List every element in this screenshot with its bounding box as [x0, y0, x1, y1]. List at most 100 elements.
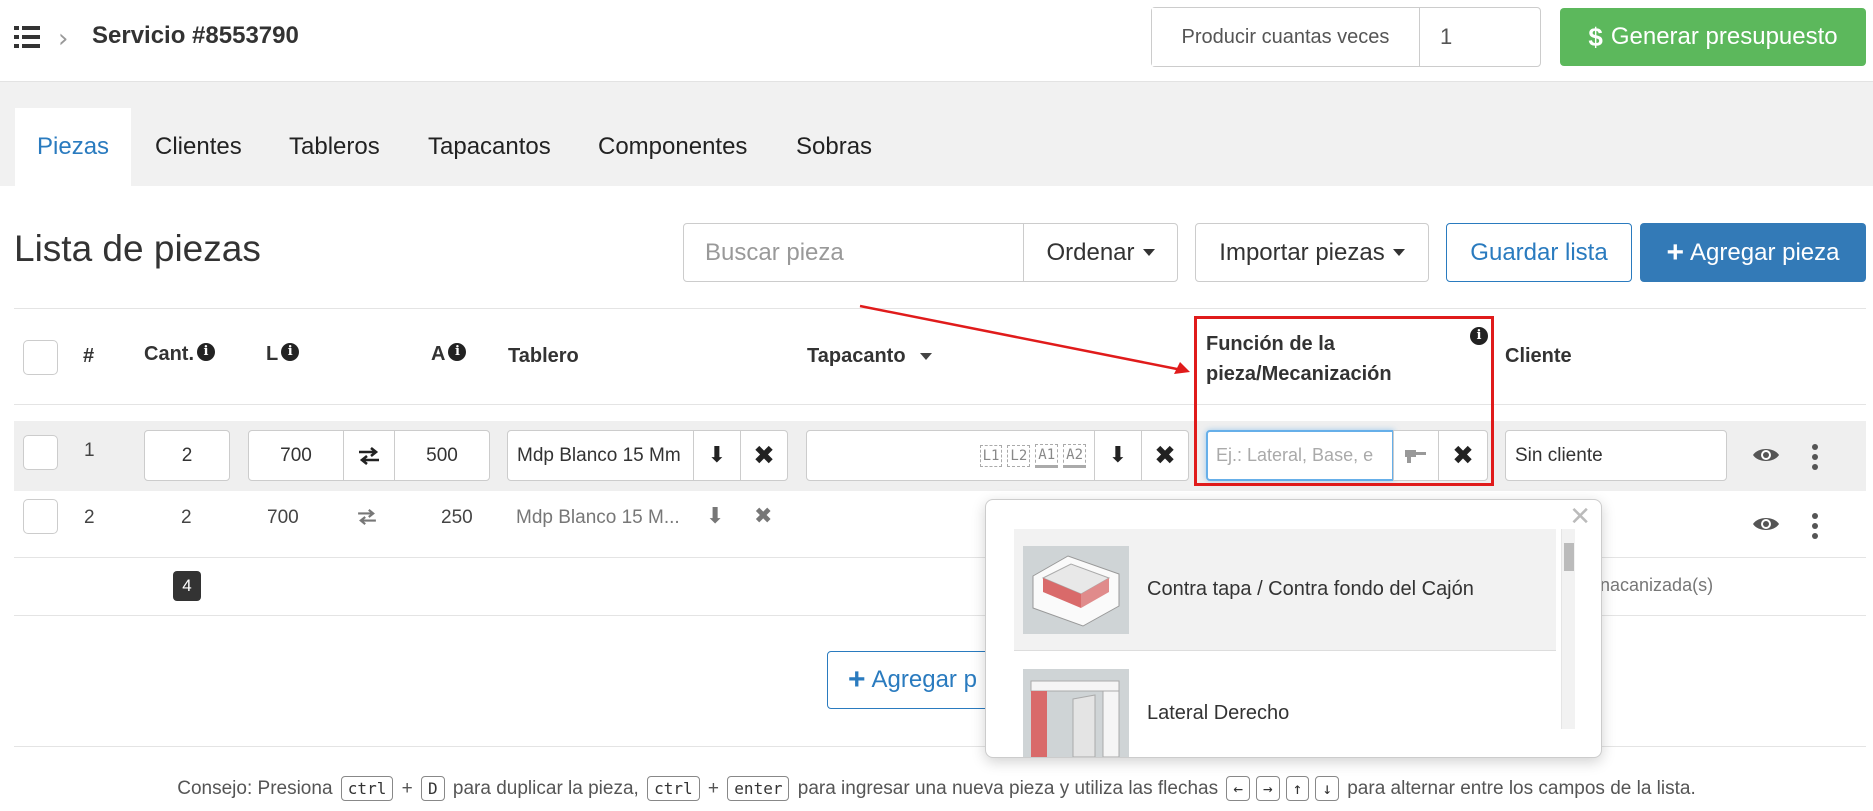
import-label: Importar piezas — [1219, 238, 1385, 266]
edge-tag-l1[interactable]: L1 — [979, 444, 1003, 467]
tip-text: Consejo: Presiona — [177, 778, 333, 799]
tab-sobras[interactable]: Sobras — [774, 108, 894, 186]
order-button[interactable]: Ordenar — [1024, 224, 1177, 281]
download-icon[interactable]: ⬇ — [693, 430, 741, 481]
length-input[interactable]: 700 — [248, 430, 344, 481]
info-icon[interactable]: i — [281, 343, 300, 361]
generate-budget-label: Generar presupuesto — [1610, 23, 1838, 50]
plus-icon: + — [848, 663, 866, 696]
produce-times-input[interactable]: 1 — [1420, 8, 1540, 66]
eye-icon[interactable] — [1752, 446, 1780, 464]
dollar-icon: $ — [1588, 21, 1603, 52]
page-title: Servicio #8553790 — [92, 22, 299, 49]
col-length-label: L — [266, 343, 279, 365]
col-qty-header: Cant. i — [144, 343, 215, 366]
kbd-ctrl: ctrl — [340, 776, 394, 801]
col-width-label: A — [431, 343, 446, 365]
function-suggestions-popup: ✕ Contra tapa / Contra fondo del Cajón L… — [985, 499, 1602, 758]
more-options-icon[interactable] — [1812, 513, 1818, 543]
generate-budget-button[interactable]: $ Generar presupuesto — [1560, 8, 1866, 66]
qty-value[interactable]: 2 — [181, 507, 192, 529]
edge-tag-l2[interactable]: L2 — [1007, 444, 1031, 467]
tab-piezas[interactable]: Piezas — [15, 108, 132, 186]
row-checkbox[interactable] — [23, 435, 58, 470]
kbd-enter: enter — [727, 776, 790, 801]
plus-icon: + — [1666, 235, 1685, 269]
swap-dimensions-icon[interactable] — [356, 509, 378, 530]
edge-input[interactable]: L1 L2 A1 A2 — [806, 430, 1095, 481]
eye-icon[interactable] — [1752, 515, 1780, 533]
width-value[interactable]: 250 — [441, 507, 473, 529]
board-value[interactable]: Mdp Blanco 15 M... — [516, 507, 680, 529]
list-title: Lista de piezas — [14, 228, 261, 269]
arrow-down-icon: ↓ — [1315, 776, 1339, 801]
edge-tag-a2[interactable]: A2 — [1063, 443, 1086, 468]
width-input[interactable]: 500 — [394, 430, 490, 481]
col-qty-label: Cant. — [144, 343, 194, 365]
arrow-right-icon: → — [1256, 776, 1280, 801]
suggestion-label: Contra tapa / Contra fondo del Cajón — [1147, 578, 1474, 600]
scrollbar[interactable] — [1561, 529, 1575, 729]
search-group: Buscar pieza Ordenar — [683, 223, 1178, 282]
clear-edge-icon[interactable]: ✖ — [1141, 430, 1189, 481]
tip-text: para ingresar una nueva pieza y utiliza … — [797, 778, 1219, 799]
kbd-d: D — [421, 776, 445, 801]
highlight-box — [1194, 316, 1494, 486]
client-input[interactable]: Sin cliente — [1505, 430, 1727, 481]
save-list-button[interactable]: Guardar lista — [1446, 223, 1632, 282]
qty-input[interactable]: 2 — [144, 430, 230, 481]
add-piece-label: Agregar pieza — [1690, 238, 1840, 266]
download-icon[interactable]: ⬇ — [1094, 430, 1142, 481]
search-input[interactable]: Buscar pieza — [684, 224, 1024, 281]
tip-text: para duplicar la pieza, — [452, 778, 639, 799]
clear-board-icon[interactable]: ✖ — [754, 504, 772, 529]
clear-board-icon[interactable]: ✖ — [740, 430, 788, 481]
tab-clientes[interactable]: Clientes — [133, 108, 264, 186]
produce-times-label: Producir cuantas veces — [1152, 8, 1420, 66]
chevron-right-icon: › — [58, 24, 69, 54]
swap-dimensions-icon[interactable] — [343, 430, 395, 481]
col-client-header: Cliente — [1505, 345, 1572, 367]
import-pieces-button[interactable]: Importar piezas — [1195, 223, 1429, 282]
col-width-header: Ai — [431, 343, 467, 366]
download-icon[interactable]: ⬇ — [706, 504, 724, 529]
right-side-thumbnail — [1023, 669, 1129, 757]
add-piece-button[interactable]: + Agregar pieza — [1640, 223, 1866, 282]
arrow-left-icon: ← — [1226, 776, 1251, 801]
edge-tag-a1[interactable]: A1 — [1035, 443, 1059, 468]
suggestion-item[interactable]: Contra tapa / Contra fondo del Cajón — [1014, 529, 1556, 651]
tip-plus: + — [707, 778, 720, 799]
top-bar: › Servicio #8553790 Producir cuantas vec… — [0, 0, 1873, 82]
suggestion-item[interactable]: Lateral Derecho — [1014, 652, 1556, 757]
add-piece-bottom-label: Agregar p — [871, 666, 977, 693]
tip-text: para alternar entre los campos de la lis… — [1347, 778, 1696, 799]
row-number: 1 — [84, 440, 95, 461]
info-icon[interactable]: i — [448, 343, 467, 361]
info-icon[interactable]: i — [197, 343, 215, 361]
drawer-back-thumbnail — [1023, 545, 1129, 634]
list-menu-icon[interactable] — [14, 26, 40, 48]
arrow-annotation — [859, 304, 1190, 374]
board-input[interactable]: Mdp Blanco 15 Mm — [507, 430, 694, 481]
col-length-header: Li — [266, 343, 300, 366]
produce-times-group: Producir cuantas veces 1 — [1151, 7, 1541, 67]
row-checkbox[interactable] — [23, 499, 58, 534]
length-value[interactable]: 700 — [267, 507, 299, 529]
suggestion-label: Lateral Derecho — [1147, 701, 1290, 724]
tab-componentes[interactable]: Componentes — [576, 108, 769, 186]
kbd-ctrl: ctrl — [647, 776, 700, 801]
select-all-checkbox[interactable] — [23, 340, 58, 375]
machined-note: nacanizada(s) — [1600, 575, 1714, 595]
row-number: 2 — [84, 507, 95, 528]
add-piece-bottom-button[interactable]: + Agregar p — [827, 651, 997, 709]
total-qty-badge: 4 — [173, 571, 201, 601]
close-icon[interactable]: ✕ — [1569, 502, 1591, 532]
tip-plus: + — [401, 778, 413, 799]
tab-tableros[interactable]: Tableros — [267, 108, 402, 186]
col-num-header: # — [83, 345, 95, 367]
more-options-icon[interactable] — [1812, 444, 1818, 474]
order-label: Ordenar — [1046, 238, 1135, 266]
divider — [14, 404, 1866, 405]
tab-tapacantos[interactable]: Tapacantos — [406, 108, 573, 186]
arrow-up-icon: ↑ — [1285, 776, 1310, 801]
